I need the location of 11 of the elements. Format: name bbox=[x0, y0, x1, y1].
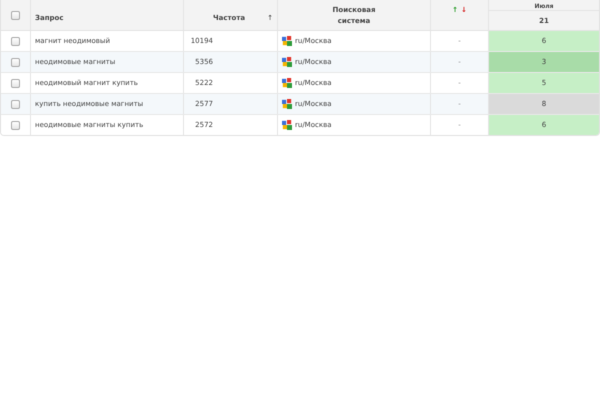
row-checkbox[interactable] bbox=[11, 100, 20, 108]
header-checkbox[interactable] bbox=[11, 10, 20, 20]
search-engine-icon bbox=[282, 57, 292, 67]
row-checkbox[interactable] bbox=[11, 120, 20, 130]
search-engine-icon bbox=[282, 78, 292, 88]
row-checkbox[interactable] bbox=[11, 36, 20, 46]
search-engine-icon bbox=[282, 120, 292, 130]
search-engine-icon bbox=[282, 99, 292, 109]
row-checkbox[interactable] bbox=[11, 78, 20, 88]
search-engine-icon bbox=[282, 36, 292, 46]
row-checkbox[interactable] bbox=[11, 58, 20, 66]
